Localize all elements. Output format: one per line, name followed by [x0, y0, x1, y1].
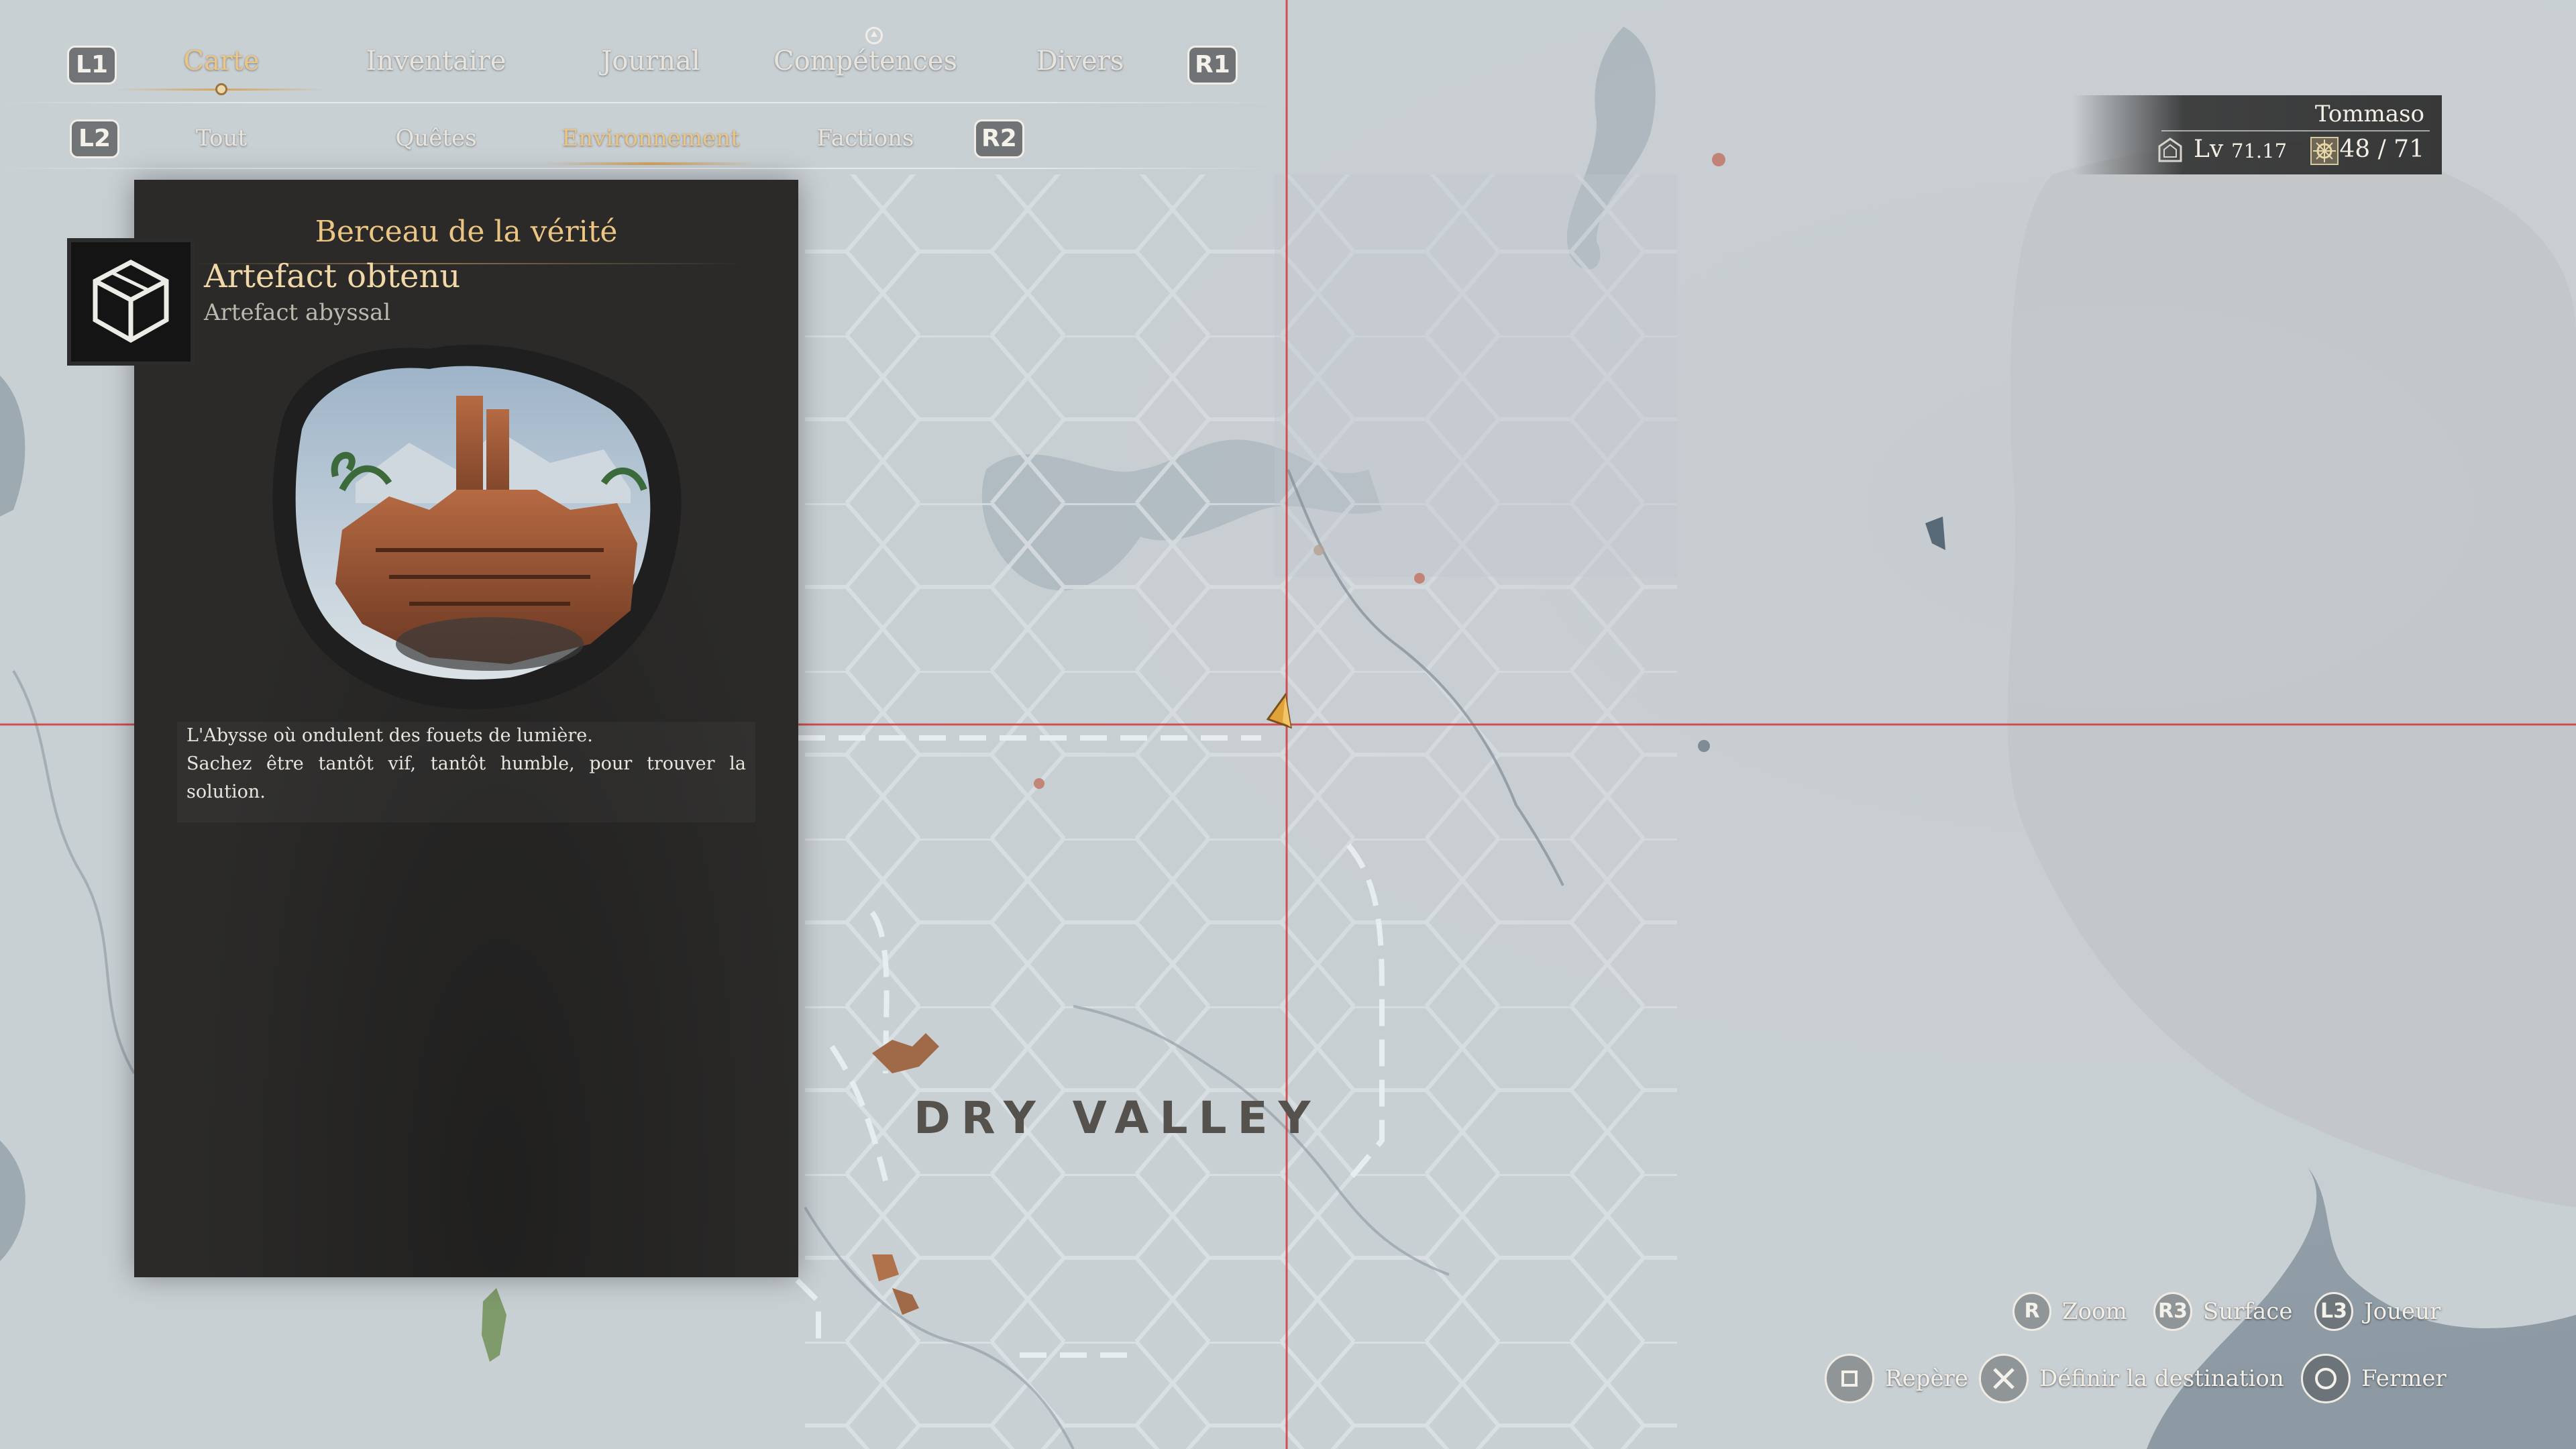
tab-journal[interactable]: Journal [601, 46, 700, 76]
zoom-label: Zoom [2062, 1298, 2127, 1325]
subtab-quetes[interactable]: Quêtes [395, 125, 476, 152]
right-stick-icon: R [2012, 1292, 2051, 1331]
level-label: Lv [2194, 136, 2224, 163]
r2-button[interactable]: R2 [974, 119, 1024, 158]
l1-button[interactable]: L1 [67, 46, 117, 85]
repere-control[interactable]: Repère [1825, 1354, 1968, 1403]
tabs-divider [0, 102, 1275, 103]
joueur-control[interactable]: L3 Joueur [2314, 1288, 2440, 1335]
surface-label: Surface [2203, 1298, 2293, 1325]
repere-label: Repère [1885, 1365, 1968, 1392]
level-icon [2158, 138, 2182, 162]
description-box: L'Abysse où ondulent des fouets de lumiè… [177, 722, 755, 822]
artifact-type: Artefact abyssal [204, 299, 391, 326]
tab-competences[interactable]: Compétences [773, 46, 957, 76]
player-divider [2161, 130, 2430, 131]
tab-carte[interactable]: Carte [183, 46, 259, 76]
subtabs-divider [0, 168, 1275, 169]
description-line-2: Sachez être tantôt vif, tantôt humble, p… [186, 753, 746, 774]
notification-icon [865, 27, 883, 44]
active-subtab-underline [543, 162, 758, 165]
map-region-label: DRY VALLEY [914, 1092, 1322, 1144]
artifact-badge [67, 238, 195, 366]
player-name: Tommaso [2314, 101, 2424, 127]
surface-control[interactable]: R3 Surface [2153, 1288, 2292, 1335]
level-value: 71.17 [2231, 140, 2288, 162]
cross-button-icon [1979, 1354, 2029, 1403]
subtab-tout[interactable]: Tout [196, 125, 247, 152]
skill-points-value: 48 / 71 [2339, 136, 2424, 163]
main-tabs: L1 Carte Inventaire Journal Compétences … [0, 27, 1275, 107]
close-label: Fermer [2361, 1365, 2447, 1392]
set-destination-label: Définir la destination [2039, 1365, 2284, 1392]
close-control[interactable]: Fermer [2301, 1354, 2447, 1403]
l2-button[interactable]: L2 [70, 119, 119, 158]
active-tab-indicator-icon [215, 83, 227, 95]
panel-title: Berceau de la vérité [315, 215, 618, 249]
location-artwork [272, 344, 682, 710]
joueur-label: Joueur [2364, 1298, 2441, 1325]
artifact-cube-icon [93, 260, 169, 343]
subtab-factions[interactable]: Factions [817, 125, 914, 152]
l3-icon: L3 [2314, 1292, 2353, 1331]
description-line-1: L'Abysse où ondulent des fouets de lumiè… [186, 725, 593, 746]
r1-button[interactable]: R1 [1187, 46, 1238, 85]
artifact-status: Artefact obtenu [204, 258, 461, 295]
r3-icon: R3 [2153, 1292, 2192, 1331]
tab-inventaire[interactable]: Inventaire [366, 46, 506, 76]
zoom-control[interactable]: R Zoom [2012, 1288, 2127, 1335]
circle-button-icon [2301, 1354, 2351, 1403]
player-cursor-icon [1266, 692, 1292, 729]
square-button-icon [1825, 1354, 1874, 1403]
description-line-3: solution. [186, 782, 266, 802]
tab-divers[interactable]: Divers [1036, 46, 1124, 76]
set-destination-control[interactable]: Définir la destination [1979, 1354, 2284, 1403]
subtab-environnement[interactable]: Environnement [561, 125, 739, 152]
skill-points-icon [2310, 137, 2339, 165]
player-info: Tommaso Lv 71.17 48 / 71 [2073, 95, 2442, 174]
